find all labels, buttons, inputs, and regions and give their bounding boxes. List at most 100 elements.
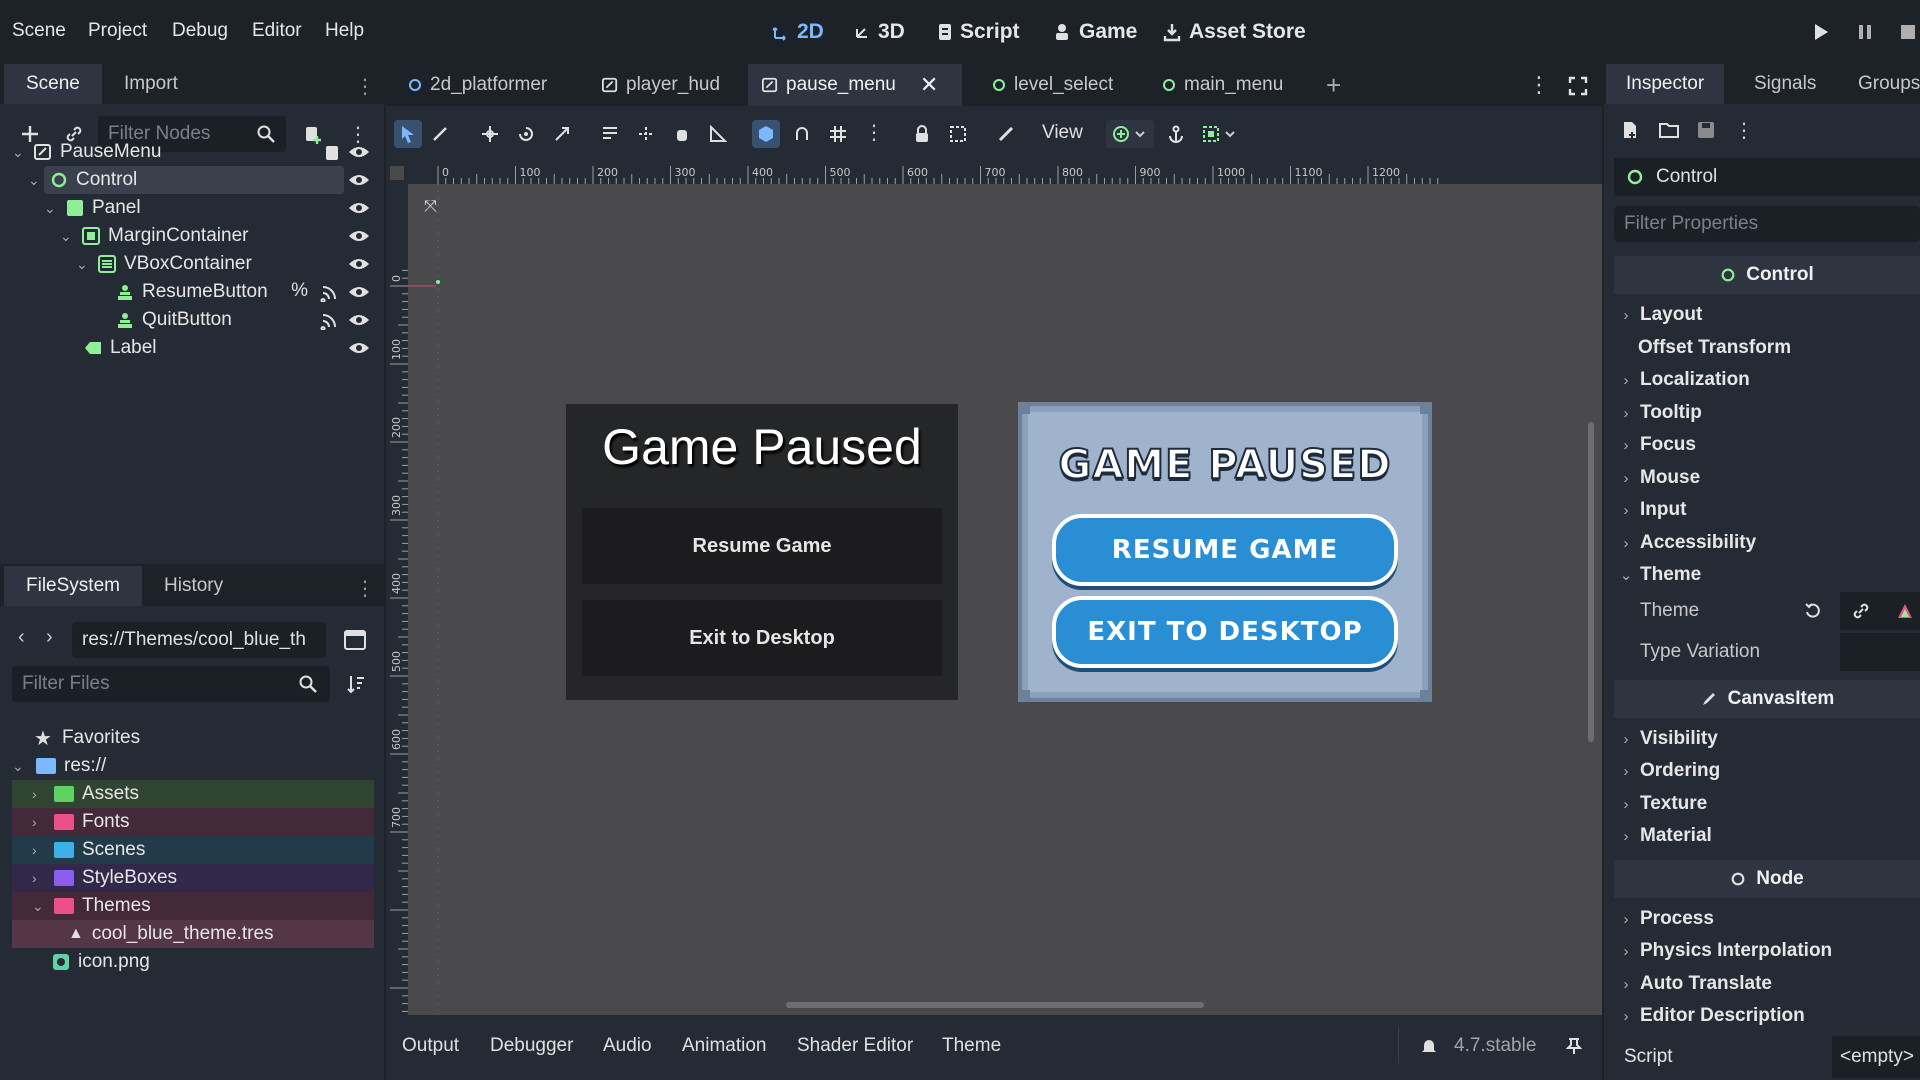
- tree-row-vboxcontainer[interactable]: ⌄ VBoxContainer: [0, 250, 384, 278]
- snap-options-button[interactable]: [788, 120, 816, 148]
- bottom-tab-output[interactable]: Output: [402, 1035, 459, 1057]
- tab-signals[interactable]: Signals: [1734, 64, 1836, 104]
- tab-filesystem[interactable]: FileSystem: [4, 566, 142, 606]
- tab-scene[interactable]: Scene: [4, 64, 102, 104]
- scene-tab-pause-menu[interactable]: pause_menu ✕: [748, 64, 962, 106]
- split-view-icon[interactable]: [344, 630, 366, 650]
- sort-icon[interactable]: [346, 674, 366, 694]
- add-scene-tab-icon[interactable]: +: [1326, 70, 1341, 101]
- scene-tabs-menu-icon[interactable]: ⋮: [1528, 72, 1550, 98]
- prop-group-visibility[interactable]: › Visibility: [1604, 724, 1920, 754]
- search-icon[interactable]: [298, 674, 318, 694]
- tree-row-quitbutton[interactable]: QuitButton: [0, 306, 384, 334]
- exit-button-default[interactable]: Exit to Desktop: [582, 600, 942, 676]
- tab-history[interactable]: History: [142, 566, 245, 606]
- rotate-mode-button[interactable]: [512, 120, 540, 148]
- section-control[interactable]: Control: [1614, 256, 1920, 294]
- resume-button-default[interactable]: Resume Game: [582, 508, 942, 584]
- visibility-eye-icon[interactable]: [348, 173, 370, 187]
- prop-group-texture[interactable]: › Texture: [1604, 789, 1920, 819]
- distraction-free-icon[interactable]: [1568, 76, 1588, 96]
- bottom-tab-animation[interactable]: Animation: [682, 1035, 767, 1057]
- visibility-eye-icon[interactable]: [348, 313, 370, 327]
- prop-group-localization[interactable]: › Localization: [1604, 365, 1920, 395]
- theme-resource-field[interactable]: [1840, 592, 1920, 630]
- bottom-tab-debugger[interactable]: Debugger: [490, 1035, 573, 1057]
- prop-group-input[interactable]: › Input: [1604, 495, 1920, 525]
- tree-row-control[interactable]: ⌄ Control: [0, 166, 384, 194]
- notification-bell-icon[interactable]: [1420, 1037, 1438, 1055]
- section-node[interactable]: Node: [1614, 860, 1920, 898]
- ruler-mode-button[interactable]: [704, 120, 732, 148]
- fs-row-icon-png[interactable]: icon.png: [0, 948, 384, 976]
- canvas-viewport[interactable]: 0 100 200 300 400 500 600 700 800 900 1000 1100 1200…: [386, 162, 1602, 1015]
- layout-preset-button[interactable]: [1196, 120, 1244, 148]
- workspace-2d-button[interactable]: 2D: [772, 20, 824, 44]
- kebab-menu-icon[interactable]: ⋮: [355, 74, 375, 99]
- resume-button-themed[interactable]: RESUME GAME: [1052, 514, 1398, 586]
- menu-editor[interactable]: Editor: [252, 20, 302, 42]
- workspace-script-button[interactable]: Script: [937, 20, 1020, 44]
- move-mode-button[interactable]: [476, 120, 504, 148]
- tree-row-resumebutton[interactable]: ResumeButton %: [0, 278, 384, 306]
- fs-row-res[interactable]: ⌄ res://: [0, 752, 384, 780]
- open-folder-icon[interactable]: [1658, 120, 1680, 140]
- bottom-tab-theme[interactable]: Theme: [942, 1035, 1001, 1057]
- prop-group-editor-description[interactable]: › Editor Description: [1604, 1001, 1920, 1031]
- tree-row-margincontainer[interactable]: ⌄ MarginContainer: [0, 222, 384, 250]
- scale-mode-button[interactable]: [548, 120, 576, 148]
- prop-group-layout[interactable]: › Layout: [1604, 300, 1920, 330]
- fs-row-favorites[interactable]: ★ Favorites: [0, 724, 384, 752]
- new-resource-icon[interactable]: [1620, 120, 1640, 140]
- fs-row-assets[interactable]: › Assets: [12, 780, 374, 808]
- tab-inspector[interactable]: Inspector: [1606, 64, 1725, 104]
- play-button[interactable]: [1812, 22, 1830, 42]
- pin-icon[interactable]: [1566, 1037, 1582, 1055]
- smart-snap-button[interactable]: [752, 120, 780, 148]
- fs-row-themes[interactable]: ⌄ Themes: [12, 892, 374, 920]
- tree-row-label[interactable]: Label: [0, 334, 384, 362]
- fs-row-cool-blue-theme[interactable]: ▲ cool_blue_theme.tres: [12, 920, 374, 948]
- group-button[interactable]: [944, 120, 972, 148]
- save-icon[interactable]: [1696, 120, 1716, 140]
- fs-row-fonts[interactable]: › Fonts: [12, 808, 374, 836]
- prop-group-focus[interactable]: › Focus: [1604, 430, 1920, 460]
- scene-tab-main-menu[interactable]: main_menu: [1148, 64, 1297, 106]
- lock-button[interactable]: [908, 120, 936, 148]
- prop-group-theme[interactable]: ⌄ Theme: [1604, 560, 1920, 590]
- visibility-eye-icon[interactable]: [348, 257, 370, 271]
- prop-group-accessibility[interactable]: › Accessibility: [1604, 528, 1920, 558]
- signal-icon[interactable]: [320, 284, 338, 302]
- tree-row-panel[interactable]: ⌄ Panel: [0, 194, 384, 222]
- script-resource-field[interactable]: <empty>: [1832, 1036, 1920, 1078]
- script-icon[interactable]: [324, 144, 340, 162]
- workspace-asset-store-button[interactable]: Asset Store: [1162, 20, 1306, 44]
- bottom-tab-audio[interactable]: Audio: [603, 1035, 652, 1057]
- revert-icon[interactable]: [1804, 602, 1822, 620]
- bottom-tab-shader-editor[interactable]: Shader Editor: [797, 1035, 913, 1057]
- visibility-eye-icon[interactable]: [348, 341, 370, 355]
- tab-import[interactable]: Import: [102, 64, 200, 104]
- workspace-game-button[interactable]: Game: [1052, 20, 1137, 44]
- section-canvasitem[interactable]: CanvasItem: [1614, 680, 1920, 718]
- horizontal-scrollbar[interactable]: [786, 1002, 1204, 1008]
- prop-group-tooltip[interactable]: › Tooltip: [1604, 398, 1920, 428]
- add-marker-button[interactable]: [1106, 120, 1154, 148]
- unique-name-badge[interactable]: %: [291, 280, 308, 302]
- anchor-button[interactable]: [1162, 120, 1190, 148]
- paint-mode-button[interactable]: [426, 120, 454, 148]
- back-arrow-icon[interactable]: ‹: [18, 626, 25, 649]
- prop-group-ordering[interactable]: › Ordering: [1604, 756, 1920, 786]
- view-menu-button[interactable]: View: [1042, 122, 1083, 144]
- fs-row-styleboxes[interactable]: › StyleBoxes: [12, 864, 374, 892]
- fs-row-scenes[interactable]: › Scenes: [12, 836, 374, 864]
- menu-help[interactable]: Help: [325, 20, 364, 42]
- exit-button-themed[interactable]: EXIT TO DESKTOP: [1052, 596, 1398, 668]
- prop-group-auto-translate[interactable]: › Auto Translate: [1604, 969, 1920, 999]
- menu-debug[interactable]: Debug: [172, 20, 228, 42]
- prop-group-offset-transform[interactable]: Offset Transform: [1604, 333, 1920, 363]
- scene-tab-level-select[interactable]: level_select: [978, 64, 1127, 106]
- scene-tab-2d-platformer[interactable]: 2d_platformer: [394, 64, 561, 106]
- pan-mode-button[interactable]: [668, 120, 696, 148]
- kebab-menu-icon[interactable]: ⋮: [355, 576, 375, 601]
